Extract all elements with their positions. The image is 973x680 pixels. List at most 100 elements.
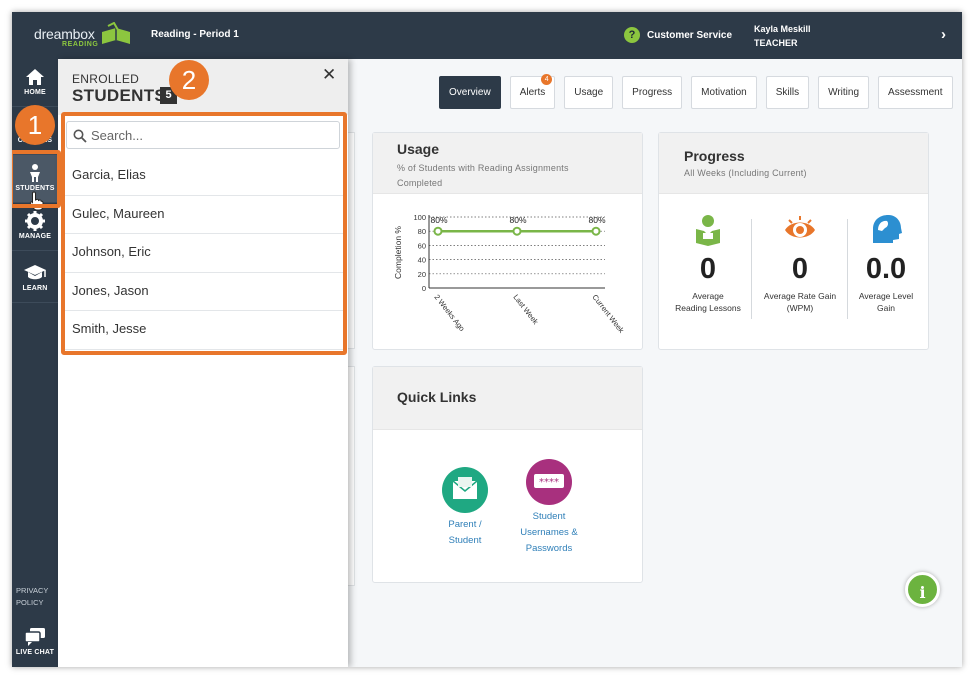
parent-student-link[interactable]: Parent / Student — [425, 467, 505, 549]
close-icon[interactable]: ✕ — [322, 65, 336, 85]
tab-assessment[interactable]: Assessment — [878, 76, 953, 109]
dreambox-logo[interactable]: dreambox READING — [34, 20, 134, 52]
sidebar-item-label: MANAGE — [18, 233, 52, 240]
privacy-line2: POLICY — [16, 598, 44, 607]
metric-label: Average Rate Gain (WPM) — [755, 290, 845, 314]
student-row[interactable]: Johnson, Eric — [62, 234, 344, 273]
tab-label: Alerts — [519, 87, 546, 98]
usage-line-chart: Completion % 0 20 40 60 80 100 80% 80% 80% 2 Weeks… — [393, 213, 626, 335]
quick-links-card: Quick Links Parent / Student **** Studen… — [372, 366, 643, 583]
tab-usage[interactable]: Usage — [564, 76, 614, 109]
student-row[interactable]: Smith, Jesse — [62, 311, 344, 350]
app-window: dreambox READING Reading - Period 1 ? Cu… — [12, 12, 962, 667]
metric-reading-lessons: 0 Average Reading Lessons — [663, 213, 753, 314]
enrolled-students-panel: ENROLLED STUDENTS 5 ✕ Garcia, Elias Gule… — [58, 59, 348, 667]
usernames-line2: Usernames & — [520, 527, 578, 538]
password-icon: **** — [526, 459, 572, 505]
tab-skills[interactable]: Skills — [765, 76, 810, 109]
metric-divider — [751, 219, 752, 319]
home-icon — [26, 69, 44, 85]
data-label: 80% — [430, 215, 447, 225]
y-tick-label: 80 — [418, 227, 426, 236]
data-label: 80% — [588, 215, 605, 225]
book-logo-icon — [102, 22, 130, 44]
dashboard-tabs: Overview Alerts 4 Usage Progress Motivat… — [439, 74, 962, 109]
data-label: 80% — [509, 215, 526, 225]
sidebar-item-students[interactable]: STUDENTS — [12, 155, 58, 211]
chevron-right-icon[interactable]: › — [941, 26, 946, 43]
sidebar-item-label: HOME — [24, 89, 46, 96]
usage-card-header: Usage % of Students with Reading Assignm… — [373, 133, 642, 194]
chat-icon — [24, 628, 45, 646]
metric-label-line1: Average Level — [858, 291, 914, 301]
student-usernames-link[interactable]: **** Student Usernames & Passwords — [509, 459, 589, 557]
student-row[interactable]: Gulec, Maureen — [62, 196, 344, 235]
sidebar-item-learn[interactable]: LEARN — [12, 255, 58, 303]
help-icon: ? — [624, 27, 640, 43]
student-list: Garcia, Elias Gulec, Maureen Johnson, Er… — [62, 157, 344, 350]
metric-label-line1: Average Rate Gain — [763, 291, 837, 301]
sidebar-item-manage[interactable]: MANAGE — [12, 203, 58, 251]
tab-alerts[interactable]: Alerts 4 — [509, 74, 556, 109]
search-input[interactable] — [91, 125, 331, 145]
metric-label-line2: Gain — [877, 303, 895, 313]
envelope-icon — [442, 467, 488, 513]
privacy-line1: PRIVACY — [16, 586, 49, 595]
student-row[interactable]: Jones, Jason — [62, 273, 344, 312]
metric-rate-gain: 0 Average Rate Gain (WPM) — [755, 213, 845, 314]
tab-motivation[interactable]: Motivation — [691, 76, 757, 109]
x-tick-label: 2 Weeks Ago — [432, 293, 466, 333]
student-row[interactable]: Garcia, Elias — [62, 157, 344, 196]
metric-label: Average Reading Lessons — [663, 290, 753, 314]
user-info[interactable]: Kayla Meskill TEACHER — [754, 22, 811, 50]
progress-subtitle: All Weeks (Including Current) — [684, 168, 807, 178]
parent-line1: Parent / — [448, 519, 482, 530]
search-field — [66, 121, 340, 149]
data-point — [433, 226, 443, 236]
class-selector[interactable]: Reading - Period 1 — [151, 29, 239, 40]
usage-subtitle-line1: % of Students with Reading Assignments — [397, 163, 569, 173]
usage-card: Usage % of Students with Reading Assignm… — [372, 132, 643, 350]
user-name: Kayla Meskill — [754, 24, 811, 34]
metric-level-gain: 0.0 Average Level Gain — [841, 213, 931, 314]
metric-value: 0 — [699, 253, 717, 285]
parent-line2: Student — [448, 535, 482, 546]
head-icon — [873, 215, 902, 243]
student-usernames-label: Student Usernames & Passwords — [509, 509, 589, 557]
data-point — [512, 226, 522, 236]
progress-title[interactable]: Progress — [684, 148, 928, 164]
quick-links-header: Quick Links — [373, 367, 642, 430]
y-tick-label: 40 — [418, 256, 426, 265]
y-axis-label: Completion % — [393, 226, 403, 279]
x-tick-label: Last Week — [511, 293, 540, 327]
usage-subtitle-line2: Completed — [397, 178, 443, 188]
customer-service-link[interactable]: ? Customer Service — [624, 26, 732, 44]
parent-student-label: Parent / Student — [425, 517, 505, 549]
sidebar-nav: HOME CLASSES STUDENTS — [12, 59, 58, 667]
top-bar: dreambox READING Reading - Period 1 ? Cu… — [12, 12, 962, 59]
quick-links-title: Quick Links — [397, 389, 477, 405]
metric-label-line2: Reading Lessons — [675, 303, 741, 313]
y-tick-label: 20 — [418, 270, 426, 279]
privacy-policy-link[interactable]: PRIVACY POLICY — [16, 585, 48, 609]
logo-wordmark: dreambox — [34, 26, 95, 42]
step-2-badge: 2 — [169, 60, 209, 100]
metric-value: 0 — [791, 253, 809, 285]
sidebar-item-home[interactable]: HOME — [12, 59, 58, 107]
eye-icon — [785, 216, 815, 238]
usage-title[interactable]: Usage — [397, 141, 642, 157]
tab-writing[interactable]: Writing — [818, 76, 870, 109]
progress-card-header: Progress All Weeks (Including Current) — [659, 133, 928, 194]
tab-progress[interactable]: Progress — [622, 76, 683, 109]
tab-overview[interactable]: Overview — [439, 76, 501, 109]
metric-label-line2: (WPM) — [786, 303, 814, 313]
user-role: TEACHER — [754, 38, 798, 48]
live-chat-button[interactable]: LIVE CHAT — [12, 627, 58, 667]
customer-service-label: Customer Service — [647, 29, 733, 41]
panel-title: STUDENTS — [72, 86, 167, 105]
metric-label: Average Level Gain — [841, 290, 931, 314]
alerts-count-badge: 4 — [541, 74, 553, 85]
panel-title-top: ENROLLED — [72, 72, 140, 86]
student-icon — [30, 164, 40, 182]
info-button[interactable]: i — [905, 572, 940, 607]
